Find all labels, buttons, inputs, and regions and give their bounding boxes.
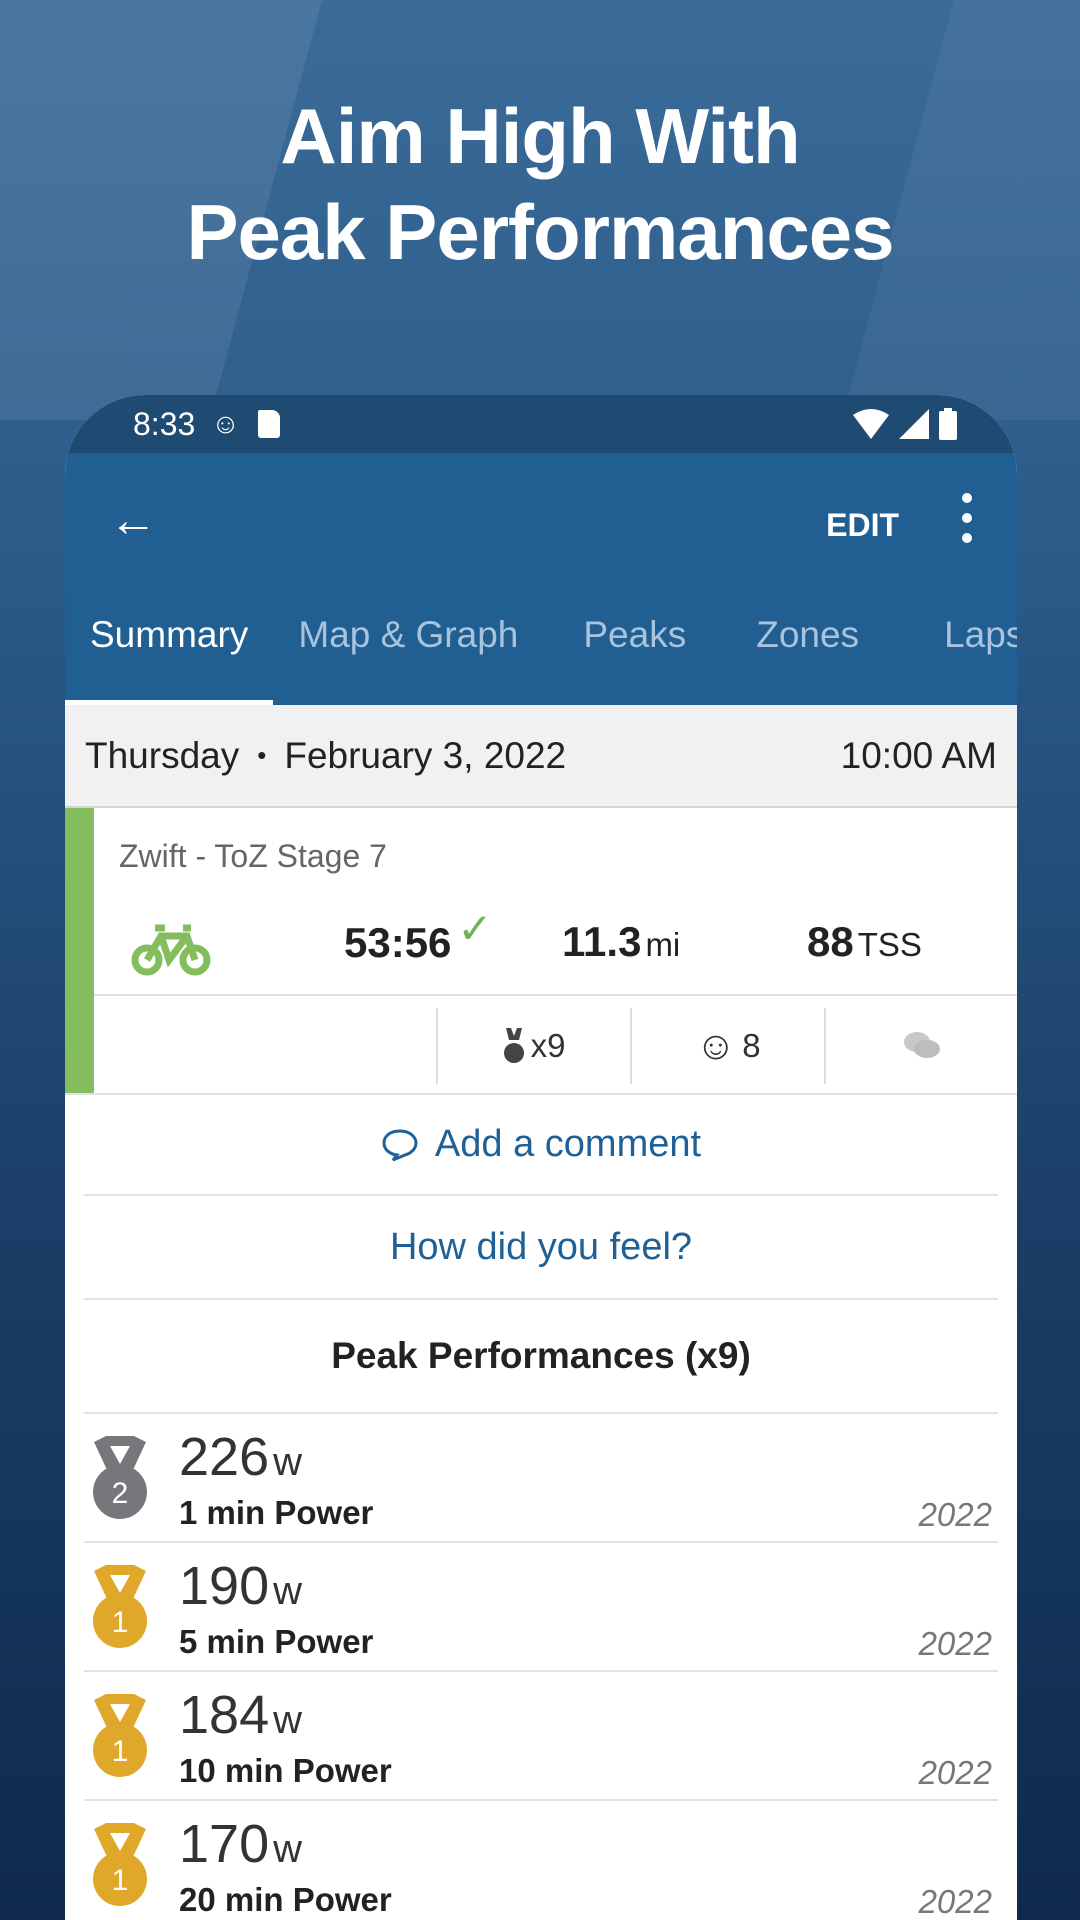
peak-number: 170 — [179, 1814, 270, 1874]
peak-label: 1 min Power — [179, 1494, 374, 1531]
phone-screen: 8:33 ☺ ← EDIT Summary Map & Graph Peaks … — [65, 395, 1017, 1920]
peak-number: 184 — [179, 1685, 270, 1745]
status-bar: 8:33 ☺ — [65, 395, 1017, 453]
app-toolbar: ← EDIT Summary Map & Graph Peaks Zones L… — [65, 453, 1017, 705]
tab-laps[interactable]: Laps — [884, 595, 1017, 705]
tab-bar: Summary Map & Graph Peaks Zones Laps — [65, 595, 1017, 705]
peak-performances-title: Peak Performances (x9) — [84, 1300, 998, 1414]
peak-unit: w — [273, 1440, 302, 1484]
peak-row[interactable]: 2 226 w 1 min Power 2022 — [84, 1414, 998, 1543]
add-comment-label: Add a comment — [434, 1123, 702, 1165]
edit-button[interactable]: EDIT — [826, 507, 899, 544]
workout-card[interactable]: Zwift - ToZ Stage 7 53:56 ✓ 11.3 mi 88 TSS … — [65, 808, 1017, 1095]
more-options-icon[interactable] — [957, 493, 977, 543]
peak-row[interactable]: 1 170 w 20 min Power 2022 — [84, 1801, 998, 1920]
medal-rank: 1 — [112, 1606, 129, 1639]
medal-icon: 1 — [93, 1694, 147, 1777]
comments-icon — [904, 1032, 940, 1058]
peak-value: 226 w — [179, 1426, 302, 1488]
peak-year: 2022 — [918, 1496, 992, 1533]
tss-unit: TSS — [857, 926, 922, 963]
sd-card-icon — [257, 410, 280, 438]
peak-unit: w — [273, 1569, 302, 1613]
medal-rank: 1 — [112, 1735, 129, 1768]
peak-number: 190 — [179, 1556, 270, 1616]
tab-summary[interactable]: Summary — [65, 595, 274, 705]
tss: 88 TSS — [807, 918, 922, 966]
wifi-icon — [853, 409, 889, 439]
date-row: Thursday • February 3, 2022 10:00 AM — [65, 705, 1017, 808]
add-comment-button[interactable]: Add a comment — [84, 1095, 998, 1196]
day: Thursday — [85, 734, 240, 776]
how-feel-button[interactable]: How did you feel? — [84, 1196, 998, 1300]
peak-row[interactable]: 1 184 w 10 min Power 2022 — [84, 1672, 998, 1801]
feel-count: 8 — [742, 1027, 761, 1064]
comments-indicator[interactable] — [824, 1008, 1017, 1084]
tab-peaks[interactable]: Peaks — [543, 595, 711, 705]
status-time: 8:33 — [133, 405, 196, 442]
peak-unit: w — [273, 1827, 302, 1871]
peak-row[interactable]: 1 190 w 5 min Power 2022 — [84, 1543, 998, 1672]
distance: 11.3 mi — [562, 918, 680, 966]
back-arrow-icon[interactable]: ← — [109, 493, 157, 548]
medal-icon: 1 — [93, 1565, 147, 1648]
time: 10:00 AM — [840, 734, 997, 776]
battery-icon — [939, 408, 957, 440]
peak-year: 2022 — [918, 1754, 992, 1791]
distance-unit: mi — [645, 926, 681, 963]
medal-rank: 2 — [112, 1477, 129, 1510]
peak-year: 2022 — [918, 1883, 992, 1920]
workout-indicators: x9 ☺ 8 — [94, 998, 1017, 1093]
medal-icon: 2 — [93, 1436, 147, 1519]
medals-indicator[interactable]: x9 — [436, 1008, 630, 1084]
debug-icon: ☺ — [211, 408, 240, 439]
medal-icon — [503, 1028, 524, 1063]
completion-bar — [65, 808, 94, 1093]
workout-stats: 53:56 ✓ 11.3 mi 88 TSS — [94, 898, 1017, 996]
check-icon: ✓ — [457, 905, 493, 952]
headline: Aim High With Peak Performances — [0, 88, 1080, 280]
tss-value: 88 — [807, 918, 854, 965]
headline-line-1: Aim High With — [280, 92, 800, 180]
separator: • — [257, 740, 267, 770]
bike-icon — [131, 924, 211, 976]
tab-zones[interactable]: Zones — [711, 595, 884, 705]
peak-value: 184 w — [179, 1684, 302, 1746]
peak-label: 10 min Power — [179, 1752, 392, 1789]
headline-line-2: Peak Performances — [186, 188, 894, 276]
peak-label: 20 min Power — [179, 1881, 392, 1918]
duration-value: 53:56 — [344, 919, 452, 966]
peak-label: 5 min Power — [179, 1623, 374, 1660]
peaks-list: 2 226 w 1 min Power 2022 1 190 w 5 min Powe… — [65, 1414, 1017, 1920]
signal-icon — [899, 409, 929, 439]
distance-value: 11.3 — [562, 918, 642, 965]
medal-rank: 1 — [112, 1864, 129, 1897]
medals-count: x9 — [530, 1027, 566, 1064]
peak-unit: w — [273, 1698, 302, 1742]
smiley-icon: ☺ — [695, 1023, 737, 1068]
workout-title: Zwift - ToZ Stage 7 — [119, 838, 387, 874]
peak-year: 2022 — [918, 1625, 992, 1662]
peak-number: 226 — [179, 1427, 270, 1487]
peak-value: 190 w — [179, 1555, 302, 1617]
comment-bubble-icon — [382, 1128, 418, 1161]
medal-icon: 1 — [93, 1823, 147, 1906]
duration: 53:56 ✓ — [344, 905, 493, 967]
tab-map-graph[interactable]: Map & Graph — [273, 595, 543, 705]
peak-value: 170 w — [179, 1813, 302, 1875]
date: February 3, 2022 — [284, 734, 567, 776]
feel-indicator[interactable]: ☺ 8 — [630, 1008, 824, 1084]
